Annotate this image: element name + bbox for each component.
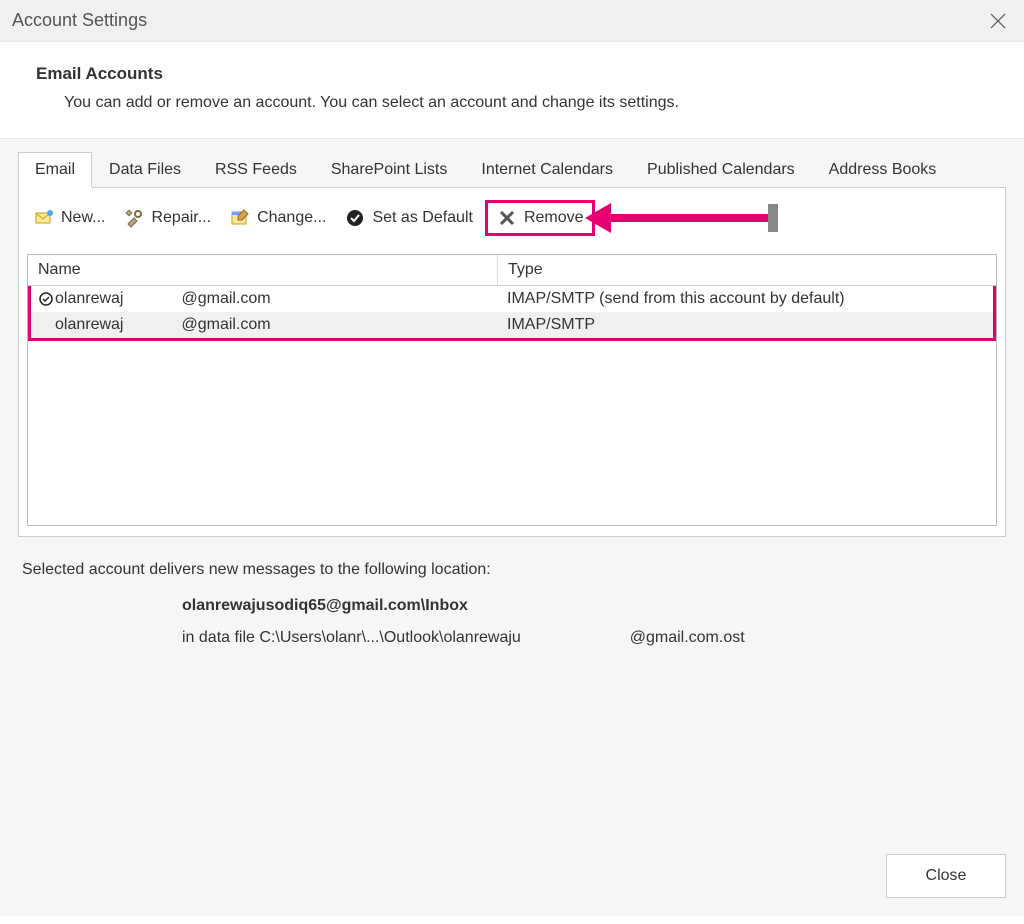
remove-button[interactable]: Remove [485, 200, 595, 236]
column-type[interactable]: Type [498, 255, 996, 285]
location-file-suffix: @gmail.com.ost [630, 629, 745, 646]
default-check-icon [37, 292, 55, 306]
repair-label: Repair... [151, 209, 211, 227]
account-user: olanrewaj [55, 290, 123, 308]
check-circle-icon [344, 207, 366, 229]
close-label: Close [926, 867, 967, 885]
location-file-prefix: in data file C:\Users\olanr\...\Outlook\… [182, 629, 521, 646]
set-default-button[interactable]: Set as Default [338, 205, 479, 231]
account-type: IMAP/SMTP [507, 316, 987, 334]
tab-internet-calendars[interactable]: Internet Calendars [464, 152, 630, 187]
account-row[interactable]: olanrewaj @gmail.com IMAP/SMTP (send fro… [31, 286, 993, 312]
location-info: Selected account delivers new messages t… [18, 537, 1006, 651]
remove-label: Remove [524, 209, 584, 227]
change-label: Change... [257, 209, 326, 227]
set-default-label: Set as Default [372, 209, 473, 227]
account-domain: @gmail.com [123, 316, 270, 334]
header: Email Accounts You can add or remove an … [0, 42, 1024, 138]
repair-button[interactable]: Repair... [117, 205, 217, 231]
titlebar: Account Settings [0, 0, 1024, 42]
tab-panel: New... Repair... Change... Set as Defaul… [18, 187, 1006, 537]
annotation-arrow [609, 214, 774, 222]
location-file: in data file C:\Users\olanr\...\Outlook\… [22, 615, 1002, 647]
mail-new-icon [33, 207, 55, 229]
list-header: Name Type [28, 255, 996, 286]
location-intro: Selected account delivers new messages t… [22, 561, 1002, 579]
toolbar: New... Repair... Change... Set as Defaul… [19, 188, 1005, 254]
new-label: New... [61, 209, 105, 227]
accounts-list: Name Type olanrewaj @gmail.com IMAP/SMTP… [27, 254, 997, 526]
body: Email Data Files RSS Feeds SharePoint Li… [0, 138, 1024, 916]
account-type: IMAP/SMTP (send from this account by def… [507, 290, 987, 308]
tab-address-books[interactable]: Address Books [812, 152, 954, 187]
tab-published-calendars[interactable]: Published Calendars [630, 152, 812, 187]
tab-data-files[interactable]: Data Files [92, 152, 198, 187]
header-subtitle: You can add or remove an account. You ca… [36, 94, 988, 112]
column-name[interactable]: Name [28, 255, 498, 285]
tab-rss-feeds[interactable]: RSS Feeds [198, 152, 314, 187]
location-path: olanrewajusodiq65@gmail.com\Inbox [22, 579, 1002, 615]
tab-strip: Email Data Files RSS Feeds SharePoint Li… [18, 139, 1006, 187]
tab-email[interactable]: Email [18, 152, 92, 188]
remove-icon [496, 207, 518, 229]
rows-highlight: olanrewaj @gmail.com IMAP/SMTP (send fro… [28, 286, 996, 341]
window-title: Account Settings [12, 10, 984, 31]
change-button[interactable]: Change... [223, 205, 332, 231]
account-domain: @gmail.com [123, 290, 270, 308]
header-title: Email Accounts [36, 64, 988, 84]
new-button[interactable]: New... [27, 205, 111, 231]
account-row[interactable]: olanrewaj @gmail.com IMAP/SMTP [31, 312, 993, 338]
change-icon [229, 207, 251, 229]
tab-sharepoint-lists[interactable]: SharePoint Lists [314, 152, 465, 187]
close-window-button[interactable] [984, 7, 1012, 35]
close-button[interactable]: Close [886, 854, 1006, 898]
account-user: olanrewaj [55, 316, 123, 334]
repair-icon [123, 207, 145, 229]
